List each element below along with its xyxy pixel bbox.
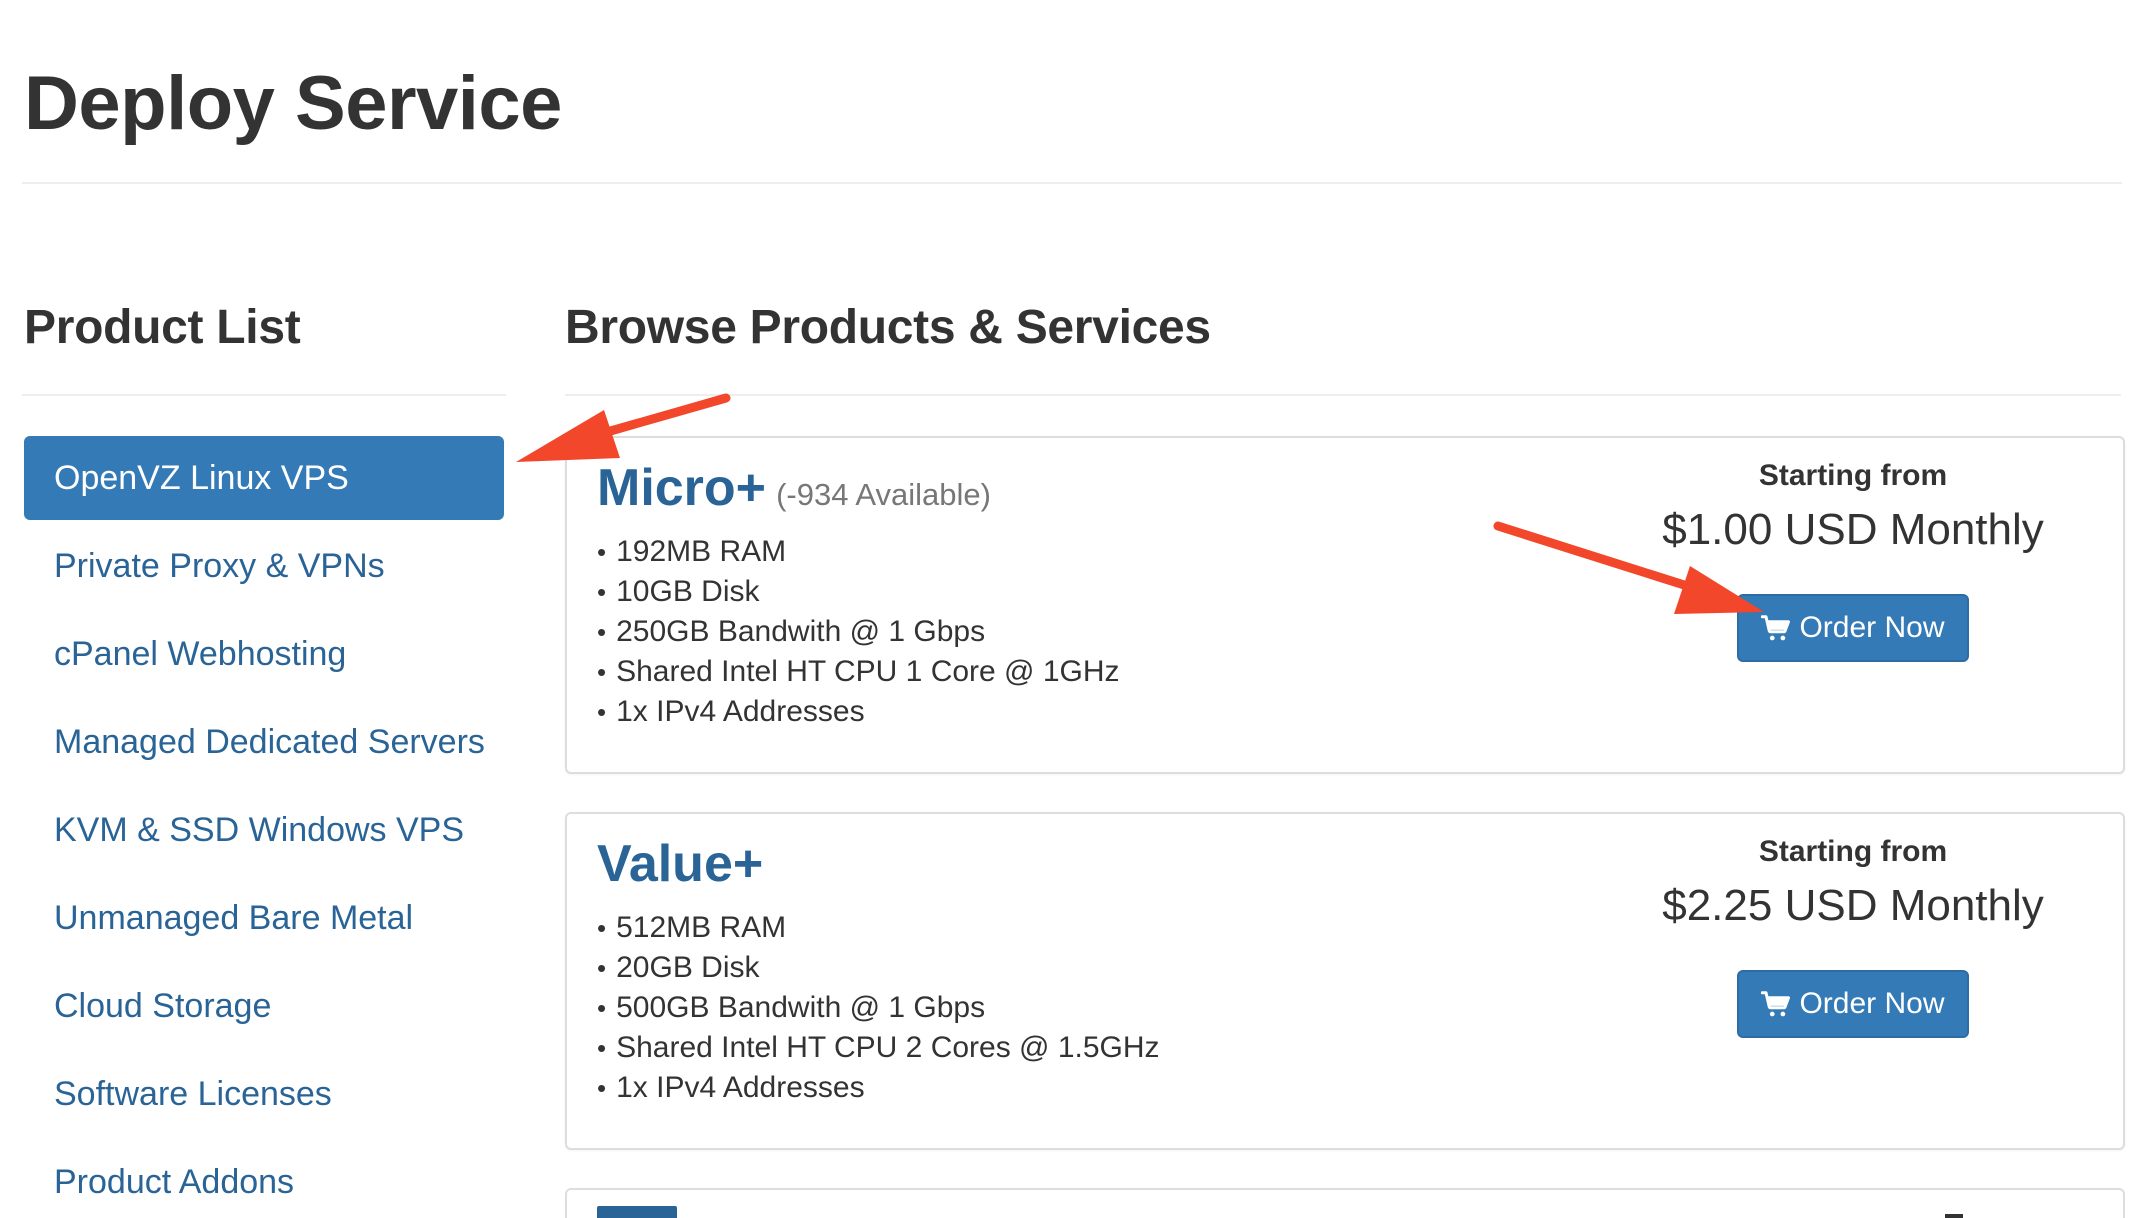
feature-item: 192MB RAM [597, 532, 1120, 572]
starting-from-label: Starting from [1758, 835, 1948, 868]
title-divider [22, 182, 2122, 184]
shopping-cart-icon [1761, 991, 1791, 1017]
price-text: $1.00 USD Monthly [1662, 505, 2044, 554]
main-heading: Browse Products & Services [565, 301, 1211, 354]
sidebar-item-private-proxy-vpns[interactable]: Private Proxy & VPNs [24, 524, 504, 608]
feature-item: Shared Intel HT CPU 2 Cores @ 1.5GHz [597, 1028, 1159, 1068]
product-title: Micro+ [597, 459, 767, 517]
feature-item: 10GB Disk [597, 572, 1120, 612]
sidebar-item-unmanaged-bare-metal[interactable]: Unmanaged Bare Metal [24, 876, 504, 960]
product-card-partial [565, 1188, 2125, 1218]
order-now-button[interactable]: Order Now [1737, 970, 1969, 1038]
starting-from-label: Starting from [1758, 459, 1948, 492]
sidebar-item-openvz-linux-vps[interactable]: OpenVZ Linux VPS [24, 436, 504, 520]
sidebar-item-managed-dedicated-servers[interactable]: Managed Dedicated Servers [24, 700, 504, 784]
order-now-label: Order Now [1799, 987, 1945, 1020]
feature-item: 500GB Bandwith @ 1 Gbps [597, 988, 1160, 1028]
product-title: Value+ [597, 835, 764, 893]
sidebar-item-kvm-ssd-windows-vps[interactable]: KVM & SSD Windows VPS [24, 788, 504, 872]
partial-starting-from [1945, 1214, 1963, 1218]
sidebar-item-product-addons[interactable]: Product Addons [24, 1140, 504, 1218]
partial-product-title [597, 1206, 677, 1218]
price-block: Starting from $2.25 USD Monthly Order No… [1643, 830, 2063, 1038]
page-root: Deploy Service Product List OpenVZ Linux… [0, 0, 2134, 1218]
feature-item: 250GB Bandwith @ 1 Gbps [597, 612, 1120, 652]
feature-list: 192MB RAM 10GB Disk 250GB Bandwith @ 1 G… [597, 532, 1120, 732]
product-name: Value+ [597, 830, 763, 898]
feature-list: 512MB RAM 20GB Disk 500GB Bandwith @ 1 G… [597, 908, 1160, 1108]
feature-item: Shared Intel HT CPU 1 Core @ 1GHz [597, 652, 1119, 692]
sidebar-item-cloud-storage[interactable]: Cloud Storage [24, 964, 504, 1048]
feature-item: 1x IPv4 Addresses [597, 1068, 1160, 1108]
sidebar-divider [22, 394, 506, 396]
product-name: Micro+ (-934 Available) [597, 454, 991, 529]
price-block: Starting from $1.00 USD Monthly Order No… [1643, 454, 2063, 662]
feature-item: 20GB Disk [597, 948, 1160, 988]
page-title: Deploy Service [24, 61, 562, 146]
product-list-nav: OpenVZ Linux VPS Private Proxy & VPNs cP… [24, 436, 504, 1218]
sidebar-heading: Product List [24, 301, 301, 354]
shopping-cart-icon [1761, 615, 1791, 641]
sidebar-item-cpanel-webhosting[interactable]: cPanel Webhosting [24, 612, 504, 696]
main-divider [565, 394, 2121, 396]
feature-item: 1x IPv4 Addresses [597, 692, 1120, 732]
availability-text: (-934 Available) [776, 477, 991, 512]
order-now-button[interactable]: Order Now [1737, 594, 1969, 662]
price-text: $2.25 USD Monthly [1662, 881, 2044, 930]
product-card-value: Value+ 512MB RAM 20GB Disk 500GB Bandwit… [565, 812, 2125, 1150]
feature-item: 512MB RAM [597, 908, 1160, 948]
order-now-label: Order Now [1799, 611, 1945, 644]
product-card-micro: Micro+ (-934 Available) 192MB RAM 10GB Di… [565, 436, 2125, 774]
sidebar-item-software-licenses[interactable]: Software Licenses [24, 1052, 504, 1136]
